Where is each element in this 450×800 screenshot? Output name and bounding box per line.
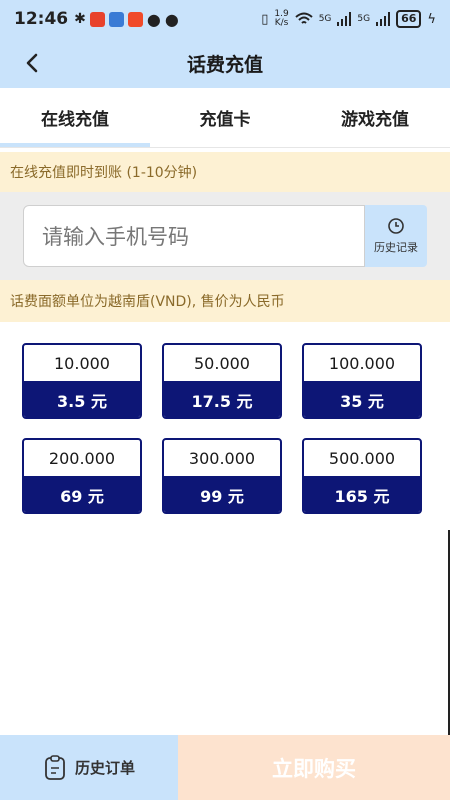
face-value: 300.000 (188, 448, 256, 468)
network-speed: 1.9 K/s (274, 9, 289, 28)
price: 3.5 元 (24, 381, 140, 417)
bluetooth-icon: ✱ (74, 11, 86, 27)
history-orders-button[interactable]: 历史订单 (0, 735, 178, 800)
denomination-card[interactable]: 10.000 3.5 元 (22, 343, 142, 419)
face-value: 500.000 (328, 448, 396, 468)
chat-icon: ● (146, 9, 161, 29)
signal-1-label: 5G (318, 14, 332, 24)
history-record-button[interactable]: 历史记录 (365, 205, 427, 267)
status-time: 12:46 (14, 9, 69, 29)
status-bar: 12:46 ✱ ● ● ▯ 1.9 K/s 5G 5G 66 ϟ (0, 0, 450, 38)
signal-2-label: 5G (357, 14, 371, 24)
face-value: 100.000 (328, 353, 396, 373)
page-title: 话费充值 (186, 53, 263, 76)
tab-recharge-card[interactable]: 充值卡 (150, 88, 300, 147)
app-header: 话费充值 (0, 38, 450, 88)
price: 17.5 元 (164, 381, 280, 417)
bottom-action-bar: 历史订单 立即购买 (0, 735, 450, 800)
denomination-card[interactable]: 50.000 17.5 元 (162, 343, 282, 419)
price: 69 元 (24, 476, 140, 512)
face-value: 200.000 (48, 448, 116, 468)
tab-bar: 在线充值 充值卡 游戏充值 (0, 88, 450, 148)
currency-notice: 话费面额单位为越南盾(VND), 售价为人民币 (0, 280, 450, 322)
face-value: 50.000 (194, 353, 250, 373)
price: 35 元 (304, 381, 420, 417)
arrival-notice: 在线充值即时到账 (1-10分钟) (0, 152, 450, 192)
message-app-icon (108, 11, 124, 27)
denomination-card[interactable]: 300.000 99 元 (162, 438, 282, 514)
signal-1-icon (337, 12, 352, 26)
history-orders-label: 历史订单 (74, 759, 135, 777)
signal-2-icon (376, 12, 391, 26)
battery-icon: 66 (396, 10, 422, 28)
phone-input-area: 请输入手机号码 历史记录 (0, 192, 450, 280)
phone-number-input[interactable]: 请输入手机号码 (23, 205, 365, 267)
tab-game-recharge[interactable]: 游戏充值 (300, 88, 450, 147)
music-icon: ● (164, 9, 179, 29)
status-right-icons: ▯ 1.9 K/s 5G 5G 66 ϟ (261, 10, 436, 28)
order-list-icon (45, 754, 65, 780)
buy-now-button[interactable]: 立即购买 (178, 735, 450, 800)
denomination-card[interactable]: 100.000 35 元 (302, 343, 422, 419)
denomination-card[interactable]: 500.000 165 元 (302, 438, 422, 514)
back-arrow-icon[interactable] (20, 50, 46, 76)
tab-online-recharge[interactable]: 在线充值 (0, 88, 150, 147)
history-record-label: 历史记录 (374, 241, 418, 254)
notification-icons: ✱ ● ● (74, 10, 179, 29)
face-value: 10.000 (54, 353, 110, 373)
price: 165 元 (304, 476, 420, 512)
vibrate-icon: ▯ (261, 11, 269, 27)
taobao-app-icon (89, 11, 105, 27)
wifi-icon (295, 12, 313, 24)
denomination-card[interactable]: 200.000 69 元 (22, 438, 142, 514)
price: 99 元 (164, 476, 280, 512)
charging-icon: ϟ (427, 11, 436, 27)
red-app-icon (127, 11, 143, 27)
clock-icon (388, 218, 404, 234)
